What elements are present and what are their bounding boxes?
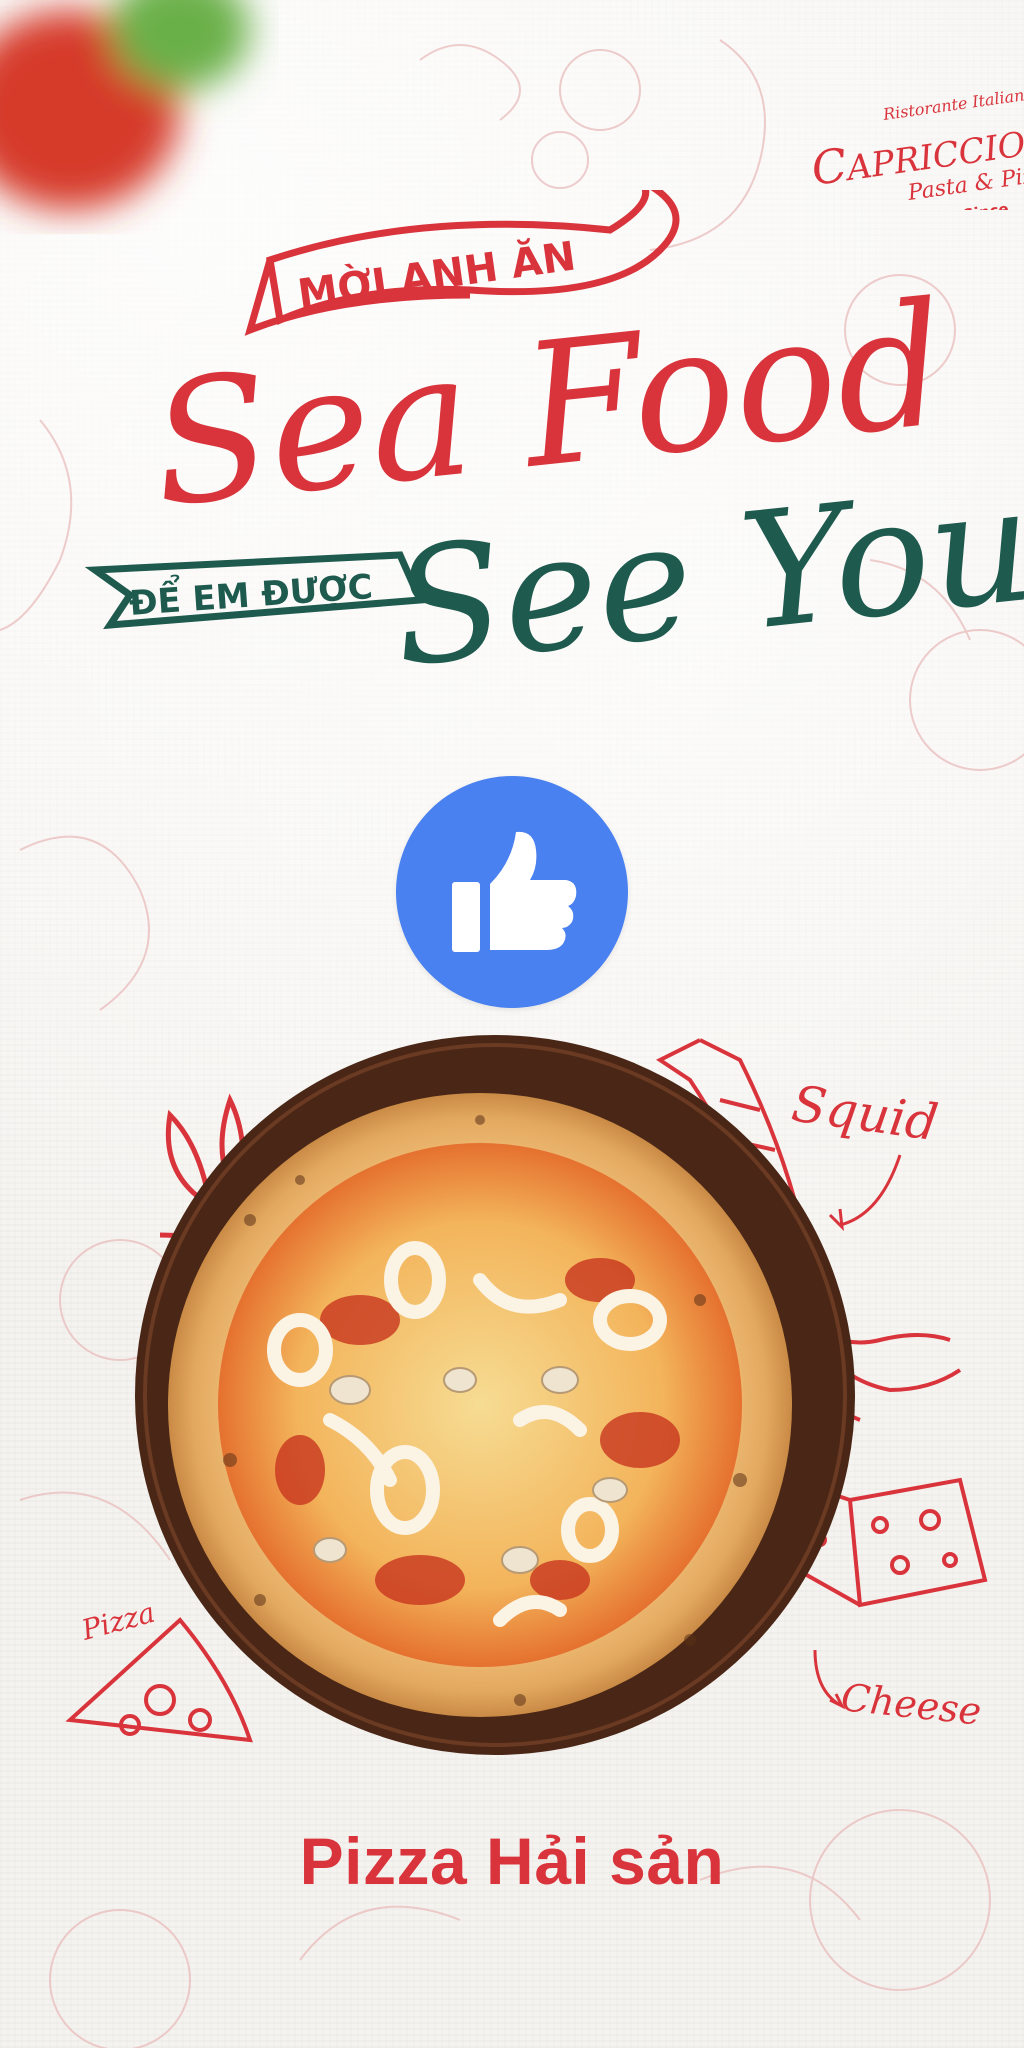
pizza-illustration: Squid Cheese Pizza [65,1035,988,1755]
squid-label: Squid [788,1074,941,1152]
product-name: Pizza Hải sản [299,1824,725,1898]
svg-text:Ristorante Italiano: Ristorante Italiano [881,84,1024,124]
cheese-label: Cheese [839,1675,983,1733]
ribbon-bottom-text: ĐỂ EM ĐƯỢC [127,561,374,624]
like-thumbs-up-icon [452,831,577,952]
like-button[interactable] [396,776,628,1008]
tomato-blur [0,0,250,210]
pizza-label: Pizza [77,1596,158,1647]
brand-logo: Ristorante Italiano CAPRICCIOSA Pasta & … [808,70,1024,224]
seafood-pizza [168,1093,792,1717]
headline-art: MỜI ANH ĂN Sea Food ĐỂ EM ĐƯỢC See You [84,190,1024,703]
